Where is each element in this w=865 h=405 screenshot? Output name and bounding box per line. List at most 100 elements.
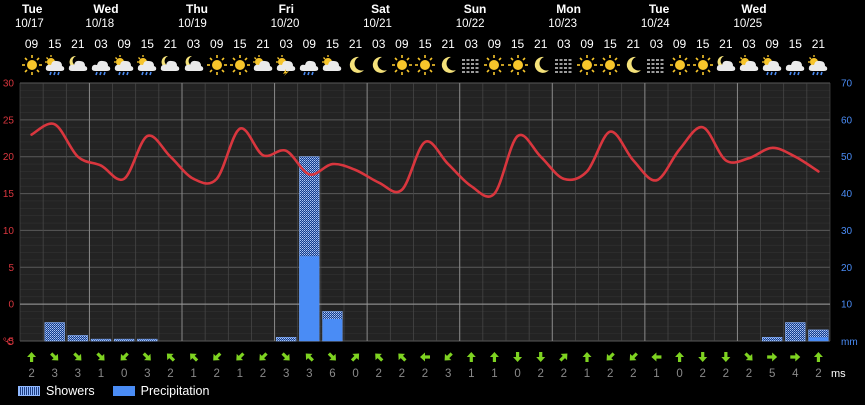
wind-speed-label: 1 <box>468 368 474 380</box>
left-axis-tick-label: 15 <box>3 189 15 200</box>
wind-speed-label: 0 <box>676 368 682 380</box>
wind-arrow-icon <box>466 352 476 362</box>
wind-arrow-icon <box>50 352 59 361</box>
wind-speed-label: 1 <box>98 368 104 380</box>
wind-row: 2 3 3 1 0 3 2 1 2 1 2 3 3 6 0 2 2 2 3 1 1 0 2 2 1 2 2 1 0 2 2 2 5 4 2 ms <box>27 352 846 380</box>
right-axis-tick-label: 20 <box>841 263 853 274</box>
wind-arrow-icon <box>813 352 823 362</box>
wind-arrow-icon <box>790 352 801 362</box>
wind-speed-label: 2 <box>422 368 428 380</box>
wind-speed-label: 0 <box>514 368 520 380</box>
wind-arrow-icon <box>281 352 290 361</box>
wind-arrow-icon <box>259 352 268 361</box>
showers-bar <box>90 338 112 342</box>
wind-arrow-icon <box>96 352 105 361</box>
wind-arrow-icon <box>559 353 568 362</box>
right-axis-tick-label: 70 <box>841 79 853 90</box>
wind-arrow-icon <box>744 352 753 361</box>
wind-speed-label: 3 <box>283 368 289 380</box>
legend-precipitation: Precipitation <box>112 384 210 398</box>
wind-speed-label: 1 <box>190 368 196 380</box>
left-axis-tick-label: 0 <box>8 300 14 311</box>
right-axis-tick-label: 30 <box>841 226 853 237</box>
wind-speed-label: 2 <box>746 368 752 380</box>
right-axis-tick-label: 10 <box>841 300 853 311</box>
wind-speed-label: 0 <box>352 368 358 380</box>
showers-bar <box>762 337 783 342</box>
wind-speed-label: 2 <box>700 368 706 380</box>
precipitation-bar <box>808 337 829 341</box>
wind-arrow-icon <box>350 353 360 362</box>
wind-arrow-icon <box>489 352 499 362</box>
wind-arrow-icon <box>420 352 430 362</box>
wind-arrow-icon <box>606 352 615 361</box>
wind-speed-label: 1 <box>653 368 659 380</box>
right-axis-tick-label: 60 <box>841 115 853 126</box>
wind-arrow-icon <box>675 352 685 362</box>
wind-speed-label: 2 <box>561 368 567 380</box>
wind-arrow-icon <box>444 352 453 361</box>
left-axis-unit-label: °C <box>3 337 14 348</box>
wind-speed-label: 3 <box>306 368 312 380</box>
wind-speed-label: 1 <box>491 368 497 380</box>
wind-speed-label: 0 <box>121 368 127 380</box>
wind-arrow-icon <box>236 352 245 361</box>
wind-speed-label: 2 <box>28 368 34 380</box>
wind-speed-label: 3 <box>75 368 81 380</box>
showers-bar <box>785 322 806 342</box>
wind-arrow-icon <box>582 352 592 362</box>
wind-arrow-icon <box>142 352 151 361</box>
wind-arrow-icon <box>536 352 546 362</box>
wind-arrow-icon <box>721 352 731 362</box>
left-axis-tick-label: 10 <box>3 226 15 237</box>
wind-arrow-icon <box>305 353 314 362</box>
left-axis-tick-label: 20 <box>3 152 15 163</box>
wind-speed-label: 3 <box>445 368 451 380</box>
wind-speed-label: 2 <box>723 368 729 380</box>
showers-bar <box>114 338 135 342</box>
wind-speed-label: 4 <box>792 368 799 380</box>
left-axis-tick-label: 5 <box>8 263 14 274</box>
wind-arrow-icon <box>513 352 523 362</box>
wind-arrow-icon <box>698 352 708 362</box>
plot-area <box>20 83 830 341</box>
precipitation-bar <box>299 256 320 341</box>
wind-arrow-icon <box>73 352 82 361</box>
wind-speed-label: 2 <box>260 368 266 380</box>
wind-arrow-icon <box>213 352 222 361</box>
showers-bar <box>67 335 88 342</box>
legend-showers-label: Showers <box>46 384 95 398</box>
wind-speed-label: 3 <box>52 368 58 380</box>
wind-arrow-icon <box>629 352 638 361</box>
chart-legend: Showers Precipitation <box>18 383 227 399</box>
legend-precipitation-label: Precipitation <box>140 384 210 398</box>
wind-speed-label: 5 <box>769 368 775 380</box>
wind-speed-label: 1 <box>584 368 590 380</box>
wind-speed-label: 2 <box>376 368 382 380</box>
right-axis-tick-label: 40 <box>841 189 853 200</box>
precipitation-bar <box>322 318 343 341</box>
wind-speed-label: 2 <box>538 368 544 380</box>
wind-arrow-icon <box>166 353 176 362</box>
wind-arrow-icon <box>120 352 129 361</box>
showers-swatch-icon <box>18 386 40 396</box>
wind-speed-label: 2 <box>630 368 636 380</box>
precipitation-swatch-icon <box>112 386 135 396</box>
wind-arrow-icon <box>327 352 336 361</box>
legend-showers: Showers <box>18 384 95 398</box>
wind-arrow-icon <box>375 353 384 362</box>
wind-speed-label: 3 <box>144 368 150 380</box>
showers-bar <box>44 322 65 342</box>
right-axis-unit-label: mm <box>841 337 858 348</box>
wind-arrow-icon <box>767 352 778 362</box>
wind-speed-label: 2 <box>399 368 405 380</box>
chart-grid <box>19 82 831 342</box>
wind-unit-label: ms <box>831 368 846 380</box>
wind-speed-label: 1 <box>237 368 243 380</box>
showers-bar <box>276 337 297 342</box>
wind-speed-label: 2 <box>167 368 173 380</box>
right-axis-tick-label: 50 <box>841 152 853 163</box>
wind-arrow-icon <box>651 352 662 362</box>
forecast-chart: 302520151050-5°C70605040302010mm 2331032… <box>3 79 858 381</box>
wind-arrow-icon <box>27 352 37 362</box>
